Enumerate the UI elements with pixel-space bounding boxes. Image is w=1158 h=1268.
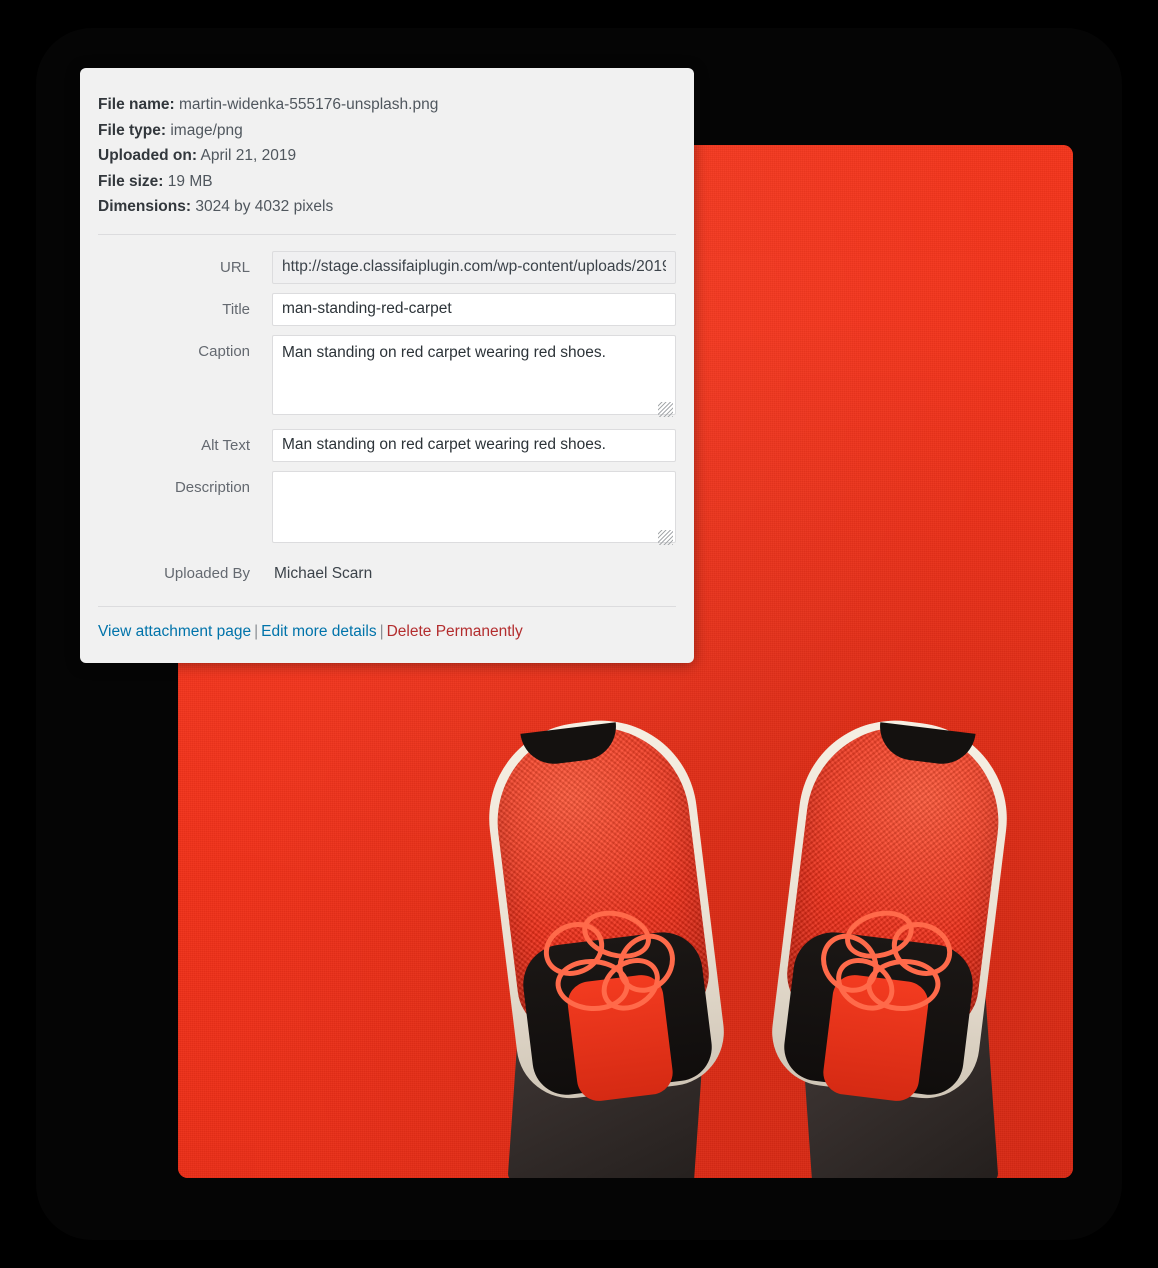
caption-label: Caption — [198, 342, 250, 360]
metadata-row-file-name: File name: martin-widenka-555176-unsplas… — [98, 92, 676, 118]
metadata-key: File type: — [98, 121, 167, 139]
metadata-row-file-size: File size: 19 MB — [98, 169, 676, 195]
action-separator: | — [254, 622, 259, 640]
metadata-value: 19 MB — [167, 172, 213, 190]
metadata-value: image/png — [170, 121, 243, 139]
field-row-alt-text: Alt Text — [98, 428, 676, 462]
action-separator: | — [379, 622, 384, 640]
alt-text-label: Alt Text — [201, 436, 250, 454]
metadata-key: Dimensions: — [98, 198, 192, 215]
url-label: URL — [219, 258, 250, 276]
screenshot-stage: File name: martin-widenka-555176-unsplas… — [0, 0, 1158, 1268]
metadata-key: Uploaded on: — [98, 147, 198, 164]
delete-permanently-link[interactable]: Delete Permanently — [387, 623, 523, 640]
field-row-title: Title — [98, 292, 676, 326]
title-label: Title — [222, 300, 250, 318]
attachment-actions: View attachment page | Edit more details | D… — [80, 607, 694, 641]
field-row-url: URL — [98, 250, 676, 284]
metadata-row-file-type: File type: image/png — [98, 118, 676, 144]
metadata-row-uploaded-on: Uploaded on: April 21, 2019 — [98, 143, 676, 169]
description-textarea[interactable] — [272, 470, 676, 543]
uploaded-by-label: Uploaded By — [164, 564, 250, 582]
edit-more-details-link[interactable]: Edit more details — [261, 623, 376, 640]
right-shoe-laces — [806, 903, 962, 1032]
field-row-caption: Caption — [98, 334, 676, 420]
metadata-key: File size: — [98, 172, 164, 190]
metadata-value: martin-widenka-555176-unsplash.png — [178, 96, 439, 113]
view-attachment-page-link[interactable]: View attachment page — [98, 623, 251, 640]
field-row-uploaded-by: Uploaded By Michael Scarn — [98, 564, 676, 584]
description-label: Description — [174, 478, 250, 496]
metadata-value: April 21, 2019 — [200, 147, 297, 164]
metadata-row-dimensions: Dimensions: 3024 by 4032 pixels — [98, 194, 676, 220]
alt-text-input[interactable] — [272, 428, 676, 462]
title-input[interactable] — [272, 292, 676, 326]
attachment-details-panel: File name: martin-widenka-555176-unsplas… — [80, 68, 694, 663]
attachment-details-form: URL Title Caption Alt Text — [80, 250, 694, 584]
caption-textarea[interactable] — [272, 334, 676, 415]
left-shoe-laces — [534, 903, 690, 1032]
metadata-divider — [98, 233, 676, 235]
metadata-value: 3024 by 4032 pixels — [195, 198, 334, 215]
right-shoe — [765, 709, 1018, 1105]
uploaded-by-value: Michael Scarn — [274, 564, 373, 582]
metadata-key: File name: — [98, 96, 175, 113]
left-shoe — [478, 709, 731, 1105]
attachment-metadata-list: File name: martin-widenka-555176-unsplas… — [80, 92, 694, 220]
field-row-description: Description — [98, 470, 676, 548]
url-input[interactable] — [272, 250, 676, 284]
